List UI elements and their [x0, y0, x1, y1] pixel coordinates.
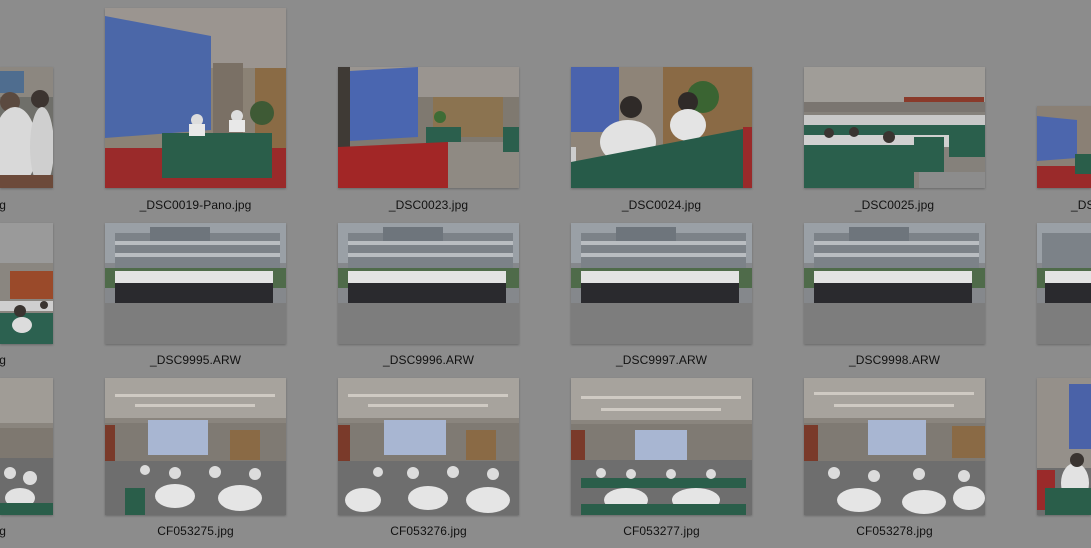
file-name: CF053277.jpg — [623, 524, 700, 538]
file-name: _DSC0024.jpg — [621, 198, 702, 212]
file-name: _DSC9996.ARW — [382, 353, 475, 367]
file-name: g — [0, 524, 6, 538]
file-tile[interactable]: CF053276.jpg — [338, 370, 520, 548]
file-name: CF053278.jpg — [856, 524, 933, 538]
file-tile[interactable]: _DS — [1037, 0, 1091, 215]
file-thumbnail[interactable] — [804, 223, 985, 344]
file-name: _DSC0023.jpg — [388, 198, 469, 212]
file-tile[interactable] — [1037, 370, 1091, 548]
file-name: CF053276.jpg — [390, 524, 467, 538]
file-name: _DSC9997.ARW — [615, 353, 708, 367]
file-thumbnail[interactable] — [571, 223, 752, 344]
file-thumbnail[interactable] — [1037, 223, 1091, 344]
file-tile[interactable]: _DSC0024.jpg — [571, 0, 753, 215]
file-thumbnail[interactable] — [571, 378, 752, 515]
file-thumbnail[interactable] — [804, 378, 985, 515]
file-name: _DSC0025.jpg — [854, 198, 935, 212]
file-thumbnail[interactable] — [338, 378, 519, 515]
file-tile[interactable]: _DSC9996.ARW — [338, 215, 520, 370]
file-name: _DSC9995.ARW — [149, 353, 242, 367]
file-tile[interactable] — [1037, 215, 1091, 370]
file-name: _DS — [1071, 198, 1091, 212]
file-thumbnail[interactable] — [0, 378, 53, 515]
file-thumbnail[interactable] — [1037, 106, 1091, 188]
file-thumbnail[interactable] — [571, 67, 752, 188]
file-tile[interactable]: _DSC9997.ARW — [571, 215, 753, 370]
file-thumbnail[interactable] — [338, 67, 519, 188]
file-thumbnail[interactable] — [804, 67, 985, 188]
file-name: _DSC9998.ARW — [848, 353, 941, 367]
file-thumbnail[interactable] — [105, 8, 286, 188]
file-tile[interactable]: _DSC0019-Pano.jpg — [105, 0, 287, 215]
file-tile[interactable]: jpg — [0, 0, 60, 215]
file-name: jpg — [0, 198, 6, 212]
file-tile[interactable]: _DSC9995.ARW — [105, 215, 287, 370]
file-thumbnail[interactable] — [338, 223, 519, 344]
file-name: _DSC0019-Pano.jpg — [139, 198, 252, 212]
file-tile[interactable]: g — [0, 215, 60, 370]
file-name: CF053275.jpg — [157, 524, 234, 538]
file-tile[interactable]: _DSC0023.jpg — [338, 0, 520, 215]
file-thumbnail[interactable] — [0, 223, 53, 344]
file-thumbnail[interactable] — [105, 223, 286, 344]
thumbnail-grid: jpg _DSC0019-Pano.jpg — [0, 0, 1091, 548]
file-tile[interactable]: CF053277.jpg — [571, 370, 753, 548]
file-tile[interactable]: CF053275.jpg — [105, 370, 287, 548]
file-tile[interactable]: _DSC9998.ARW — [804, 215, 986, 370]
file-thumbnail[interactable] — [1037, 378, 1091, 515]
file-tile[interactable]: CF053278.jpg — [804, 370, 986, 548]
file-tile[interactable]: _DSC0025.jpg — [804, 0, 986, 215]
file-name: g — [0, 353, 6, 367]
file-thumbnail[interactable] — [0, 67, 53, 188]
file-tile[interactable]: g — [0, 370, 60, 548]
file-thumbnail[interactable] — [105, 378, 286, 515]
